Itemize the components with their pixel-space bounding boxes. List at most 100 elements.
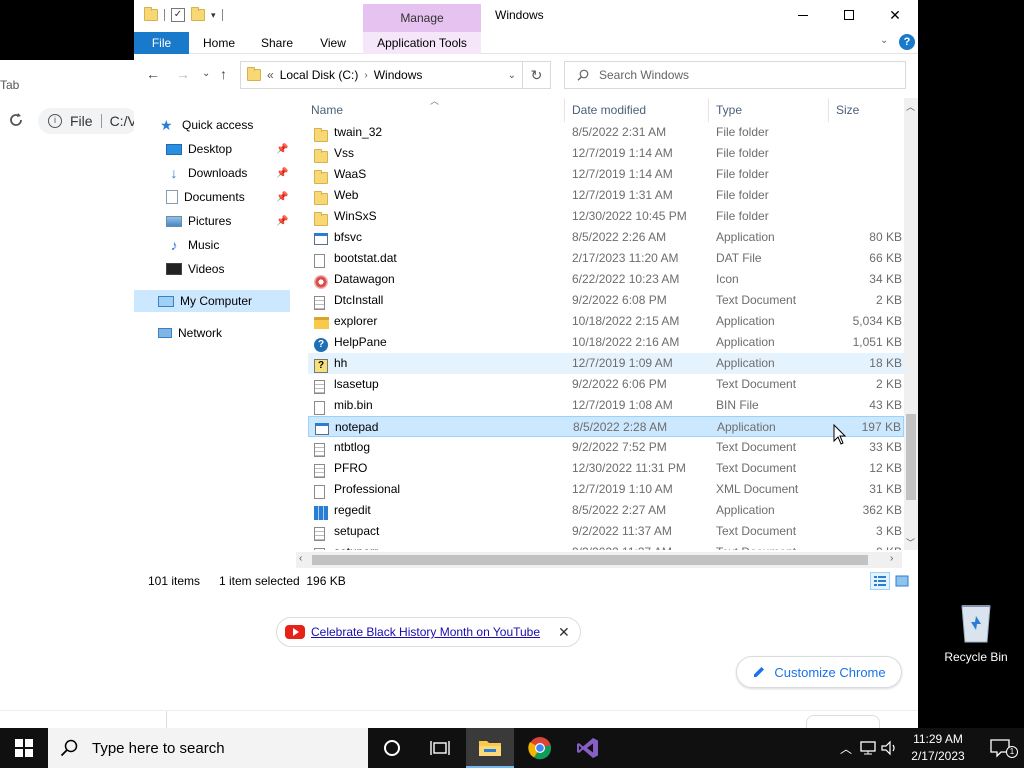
file-row[interactable]: ? hh 12/7/2019 1:09 AM Application 18 KB <box>308 353 904 374</box>
recycle-bin-shortcut[interactable]: Recycle Bin <box>940 600 1012 664</box>
scroll-left-icon[interactable]: ‹ <box>299 553 302 564</box>
file-row[interactable]: Web 12/7/2019 1:31 AM File folder <box>308 185 904 206</box>
bottom-pill[interactable] <box>806 715 880 729</box>
file-row[interactable]: bootstat.dat 2/17/2023 11:20 AM DAT File 66… <box>308 248 904 269</box>
search-box[interactable]: Search Windows <box>564 61 906 89</box>
details-view-button[interactable] <box>870 572 890 590</box>
chrome-tab-label[interactable]: Tab <box>0 78 19 92</box>
address-dropdown-icon[interactable]: ⌄ <box>508 70 516 81</box>
pin-icon[interactable]: 📌 <box>276 192 288 203</box>
file-row[interactable]: bfsvc 8/5/2022 2:26 AM Application 80 KB <box>308 227 904 248</box>
minimize-button[interactable] <box>780 0 826 30</box>
scroll-down-icon[interactable]: ﹀ <box>906 536 915 549</box>
close-button[interactable]: ✕ <box>872 0 918 30</box>
pin-icon[interactable]: 📌 <box>276 144 288 155</box>
sidebar-item-quick-access[interactable]: ★ Quick access <box>160 114 253 136</box>
breadcrumb-local-disk[interactable]: Local Disk (C:) <box>280 68 359 82</box>
chevron-right-icon[interactable]: › <box>364 70 367 81</box>
forward-arrow-icon[interactable]: → <box>176 66 190 82</box>
file-row[interactable]: notepad 8/5/2022 2:28 AM Application 197 KB <box>308 416 904 437</box>
file-row[interactable]: setupact 9/2/2022 11:37 AM Text Document 3 … <box>308 521 904 542</box>
show-hidden-icons-icon[interactable]: ︿ <box>836 740 856 757</box>
large-icons-view-button[interactable] <box>892 572 912 590</box>
new-folder-icon[interactable] <box>191 7 205 21</box>
scroll-right-icon[interactable]: › <box>890 553 893 564</box>
file-row[interactable]: regedit 8/5/2022 2:27 AM Application 362 KB <box>308 500 904 521</box>
file-row[interactable]: twain_32 8/5/2022 2:31 AM File folder <box>308 122 904 143</box>
vertical-scrollbar[interactable]: ︿ ﹀ <box>904 98 918 550</box>
refresh-button[interactable]: ↻ <box>523 61 551 89</box>
chrome-omnibox[interactable]: i File C:/V <box>38 108 138 134</box>
breadcrumb-overflow[interactable]: « <box>267 68 274 82</box>
scrollbar-thumb[interactable] <box>312 555 868 565</box>
back-arrow-icon[interactable]: ← <box>146 66 160 82</box>
breadcrumb-windows[interactable]: Windows <box>374 68 423 82</box>
column-divider[interactable] <box>708 98 709 122</box>
column-divider[interactable] <box>828 98 829 122</box>
file-row[interactable]: ? HelpPane 10/18/2022 2:16 AM Application 1,… <box>308 332 904 353</box>
file-row[interactable]: PFRO 12/30/2022 11:31 PM Text Document 12 K… <box>308 458 904 479</box>
volume-icon[interactable] <box>880 740 900 756</box>
file-row[interactable]: Datawagon 6/22/2022 10:23 AM Icon 34 KB <box>308 269 904 290</box>
sidebar-item-documents[interactable]: Documents 📌 <box>166 186 290 208</box>
file-row[interactable]: WinSxS 12/30/2022 10:45 PM File folder <box>308 206 904 227</box>
taskbar-visual-studio[interactable] <box>564 728 612 768</box>
file-row[interactable]: explorer 10/18/2022 2:15 AM Application 5,0… <box>308 311 904 332</box>
sidebar-item-pictures[interactable]: Pictures 📌 <box>166 210 290 232</box>
tab-share[interactable]: Share <box>254 32 300 54</box>
sidebar-item-videos[interactable]: Videos <box>166 258 224 280</box>
clock[interactable]: 11:29 AM 2/17/2023 <box>906 731 970 765</box>
info-icon[interactable]: i <box>48 114 62 128</box>
address-bar[interactable]: « Local Disk (C:) › Windows ⌄ <box>240 61 523 89</box>
taskbar-chrome[interactable] <box>516 728 564 768</box>
title-bar[interactable]: ✓ ▾ Manage Windows ✕ <box>134 0 918 32</box>
network-icon[interactable] <box>858 740 878 756</box>
scrollbar-thumb[interactable] <box>906 414 916 500</box>
folder-icon[interactable] <box>144 7 158 21</box>
horizontal-scrollbar[interactable]: ‹ › <box>296 552 902 568</box>
start-button[interactable] <box>0 728 48 768</box>
pin-icon[interactable]: 📌 <box>276 216 288 227</box>
file-row[interactable]: Vss 12/7/2019 1:14 AM File folder <box>308 143 904 164</box>
scroll-up-icon[interactable]: ︿ <box>906 100 915 113</box>
file-row[interactable]: mib.bin 12/7/2019 1:08 AM BIN File 43 KB <box>308 395 904 416</box>
pin-icon[interactable]: 📌 <box>276 168 288 179</box>
file-row[interactable]: lsasetup 9/2/2022 6:06 PM Text Document 2 K… <box>308 374 904 395</box>
taskbar-file-explorer[interactable] <box>466 728 514 768</box>
reload-icon[interactable] <box>8 112 24 128</box>
up-arrow-icon[interactable]: ↑ <box>220 66 227 82</box>
file-row[interactable]: Professional 12/7/2019 1:10 AM XML Documen… <box>308 479 904 500</box>
sidebar-item-downloads[interactable]: ↓ Downloads 📌 <box>166 162 290 184</box>
tab-application-tools[interactable]: Application Tools <box>363 32 481 54</box>
file-row[interactable]: WaaS 12/7/2019 1:14 AM File folder <box>308 164 904 185</box>
file-row[interactable]: ntbtlog 9/2/2022 7:52 PM Text Document 33 K… <box>308 437 904 458</box>
tab-home[interactable]: Home <box>194 32 244 54</box>
task-view-button[interactable] <box>416 728 464 768</box>
taskbar-search-box[interactable]: Type here to search <box>48 728 368 768</box>
column-header-name[interactable]: Name <box>311 103 343 117</box>
tab-file[interactable]: File <box>134 32 189 54</box>
maximize-button[interactable] <box>826 0 872 30</box>
sidebar-item-my-computer[interactable]: My Computer <box>134 290 290 312</box>
youtube-chip-link[interactable]: Celebrate Black History Month on YouTube <box>311 625 540 639</box>
customize-toolbar-icon[interactable]: ▾ <box>211 10 216 21</box>
file-row[interactable]: DtcInstall 9/2/2022 6:08 PM Text Document 2… <box>308 290 904 311</box>
recent-locations-icon[interactable]: ⌄ <box>202 68 210 79</box>
tab-view[interactable]: View <box>310 32 356 54</box>
expand-ribbon-icon[interactable]: ⌄ <box>880 35 888 46</box>
sidebar-item-desktop[interactable]: Desktop 📌 <box>166 138 290 160</box>
column-header-size[interactable]: Size <box>836 103 859 117</box>
cortana-button[interactable] <box>368 728 416 768</box>
sidebar-item-network[interactable]: Network <box>158 322 222 344</box>
properties-icon[interactable]: ✓ <box>171 8 185 22</box>
column-divider[interactable] <box>564 98 565 122</box>
youtube-chip[interactable]: Celebrate Black History Month on YouTube… <box>276 617 581 647</box>
customize-chrome-button[interactable]: Customize Chrome <box>736 656 902 688</box>
sidebar-item-music[interactable]: ♪ Music <box>166 234 220 256</box>
column-header-type[interactable]: Type <box>716 103 742 117</box>
column-header-date[interactable]: Date modified <box>572 103 646 117</box>
manage-tab[interactable]: Manage <box>363 4 481 32</box>
file-row[interactable]: setuperr 9/2/2022 11:37 AM Text Document 0 … <box>308 542 904 550</box>
help-icon[interactable]: ? <box>899 34 915 50</box>
close-icon[interactable]: ✕ <box>558 624 570 641</box>
